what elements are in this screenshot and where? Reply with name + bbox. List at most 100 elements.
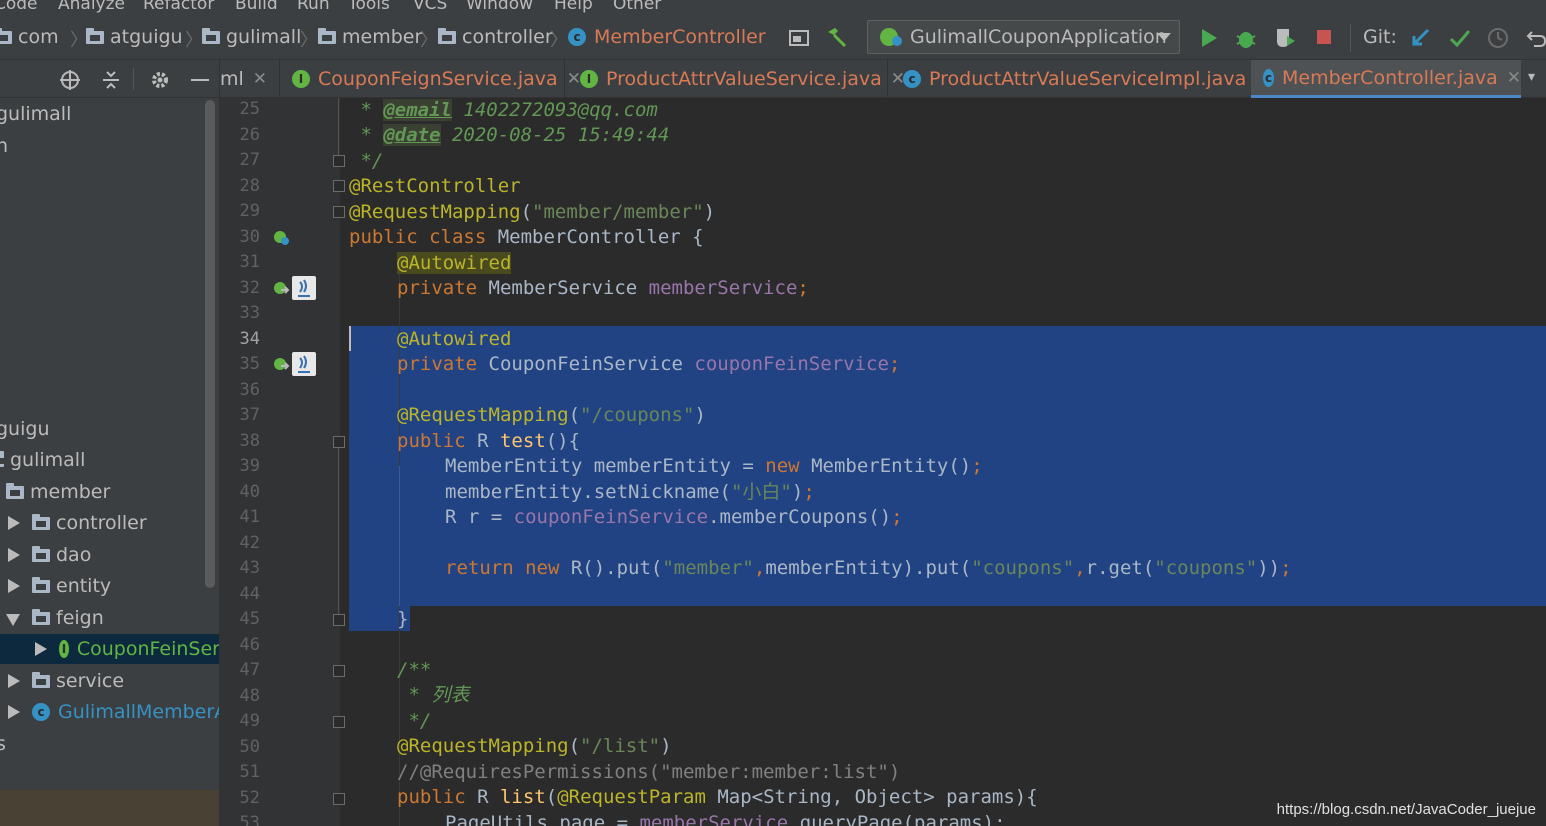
rollback-icon[interactable] <box>1524 26 1546 50</box>
code-line-53: PageUtils page = memberService.queryPage… <box>445 812 1006 826</box>
tree-item-resources[interactable]: s <box>0 729 216 759</box>
menu-refactor[interactable]: Refactor <box>143 0 214 14</box>
build-hammer-icon[interactable] <box>824 26 848 50</box>
tree-item-gulimall[interactable]: gulimall <box>0 445 216 475</box>
code-line-39: MemberEntity memberEntity = new MemberEn… <box>445 455 983 477</box>
line-number: 29 <box>239 201 260 221</box>
line-number: 51 <box>239 762 260 782</box>
code-line-34: @Autowired <box>397 328 512 350</box>
breadcrumb-membercontroller[interactable]: c MemberController <box>568 24 766 50</box>
locate-target-icon[interactable] <box>58 68 82 92</box>
tree-item-gulimallmemberapplication[interactable]: c GulimallMemberA <box>8 697 219 727</box>
expand-arrow-icon[interactable] <box>8 705 20 719</box>
line-number: 39 <box>239 456 260 476</box>
tab-overflow-menu-icon[interactable]: ▾ <box>1528 69 1535 85</box>
gear-icon[interactable] <box>148 68 172 92</box>
line-number: 38 <box>239 431 260 451</box>
tree-item-dao[interactable]: dao <box>8 540 219 570</box>
fold-marker-icon[interactable] <box>333 793 345 805</box>
fold-marker-icon[interactable] <box>333 716 345 728</box>
menu-help[interactable]: Help <box>554 0 593 14</box>
fold-marker-icon[interactable] <box>333 436 345 448</box>
tab-couponfeignservice[interactable]: I CouponFeignService.java ✕ <box>292 60 581 98</box>
debug-icon[interactable] <box>1234 26 1258 50</box>
spring-bean-icon[interactable] <box>272 229 290 247</box>
menu-run[interactable]: Run <box>297 0 330 14</box>
expand-arrow-icon[interactable] <box>8 516 20 530</box>
line-number: 52 <box>239 788 260 808</box>
tab-membercontroller[interactable]: c MemberController.java ✕ <box>1251 60 1521 98</box>
code-line-48: * 列表 <box>397 684 470 706</box>
fold-marker-icon[interactable] <box>333 155 345 167</box>
fold-marker-icon[interactable] <box>333 665 345 677</box>
breadcrumb-gulimall[interactable]: gulimall <box>202 24 301 50</box>
autowired-navigate-icon[interactable] <box>272 356 290 374</box>
menu-vcs[interactable]: VCS <box>413 0 447 14</box>
fold-marker-icon[interactable] <box>333 180 345 192</box>
folder-icon <box>32 545 50 562</box>
menu-other[interactable]: Other <box>613 0 661 14</box>
line-number: 26 <box>239 125 260 145</box>
menu-window[interactable]: Window <box>466 0 533 14</box>
expand-arrow-icon[interactable] <box>8 674 20 688</box>
collapse-all-icon[interactable] <box>99 68 123 92</box>
code-line-28: @RestController <box>349 175 521 197</box>
expand-arrow-icon[interactable] <box>35 642 47 656</box>
toolbar-divider <box>1350 24 1351 52</box>
fold-marker-icon[interactable] <box>333 206 345 218</box>
run-with-coverage-icon[interactable] <box>1273 26 1297 50</box>
tree-item-feign[interactable]: feign <box>6 603 219 633</box>
menu-analyze[interactable]: Analyze <box>58 0 125 14</box>
history-clock-icon[interactable] <box>1486 26 1510 50</box>
tab-xml[interactable]: ml ✕ <box>220 60 267 98</box>
expand-arrow-icon[interactable] <box>8 579 20 593</box>
tree-item-atguigu[interactable]: guigu <box>0 414 216 444</box>
breadcrumb-com[interactable]: com <box>0 24 59 50</box>
code-line-32: private MemberService memberService; <box>397 277 809 299</box>
code-line-51: //@RequiresPermissions("member:member:li… <box>397 761 901 783</box>
tab-productattrvalueservice[interactable]: I ProductAttrValueService.java ✕ <box>580 60 905 98</box>
menu-code[interactable]: Code <box>0 0 38 14</box>
tab-divider <box>887 60 888 98</box>
git-commit-check-icon[interactable] <box>1448 26 1472 50</box>
code-line-31: @Autowired <box>397 252 512 274</box>
tab-productattrvalueserviceimpl[interactable]: cProductAttrValueServiceImpl.java✕ <box>903 60 1269 98</box>
tree-item-service[interactable]: service <box>8 666 219 696</box>
code-line-27: */ <box>349 150 384 172</box>
java-bean-marker-icon[interactable] <box>292 352 316 376</box>
close-icon[interactable]: ✕ <box>1507 68 1521 88</box>
fold-marker-icon[interactable] <box>333 614 345 626</box>
tree-item-main[interactable]: n <box>0 131 216 161</box>
project-panel-scrollbar[interactable] <box>205 100 215 588</box>
project-tool-window: gulimall n guigu gulimall member control… <box>0 60 220 826</box>
breadcrumb-controller[interactable]: controller <box>438 24 553 50</box>
breadcrumb-atguigu[interactable]: atguigu <box>86 24 183 50</box>
breadcrumb-separator-icon: 〉 <box>550 30 568 51</box>
tree-item-member[interactable]: member <box>6 477 219 507</box>
code-editor[interactable]: 25 26 27 28 29 30 31 32 33 34 35 36 37 3… <box>220 98 1546 826</box>
line-number: 43 <box>239 558 260 578</box>
indent-guide <box>399 466 400 606</box>
autowired-navigate-icon[interactable] <box>272 280 290 298</box>
project-structure-icon[interactable] <box>787 26 811 50</box>
tree-item-entity[interactable]: entity <box>8 571 219 601</box>
tab-divider <box>279 60 280 98</box>
menu-build[interactable]: Build <box>235 0 278 14</box>
folder-icon <box>318 27 336 44</box>
close-icon[interactable]: ✕ <box>567 69 581 89</box>
run-icon[interactable] <box>1197 26 1221 50</box>
tree-item-controller[interactable]: controller <box>8 508 219 538</box>
collapse-arrow-icon[interactable] <box>6 613 20 626</box>
stop-icon[interactable] <box>1313 26 1337 50</box>
tree-item-couponfeinservice[interactable]: I CouponFeinSer <box>0 634 219 664</box>
run-configuration-select[interactable]: GulimallCouponApplication <box>867 20 1180 54</box>
breadcrumb-member[interactable]: member <box>318 24 422 50</box>
hide-minus-icon[interactable] <box>188 68 212 92</box>
java-bean-marker-icon[interactable] <box>292 276 316 300</box>
close-icon[interactable]: ✕ <box>253 69 267 89</box>
tree-item-gulimall-root[interactable]: gulimall <box>0 99 216 129</box>
git-update-icon[interactable] <box>1408 26 1432 50</box>
breadcrumb-separator-icon: 〉 <box>420 30 438 51</box>
expand-arrow-icon[interactable] <box>8 548 20 562</box>
menu-tools[interactable]: Tools <box>348 0 390 14</box>
